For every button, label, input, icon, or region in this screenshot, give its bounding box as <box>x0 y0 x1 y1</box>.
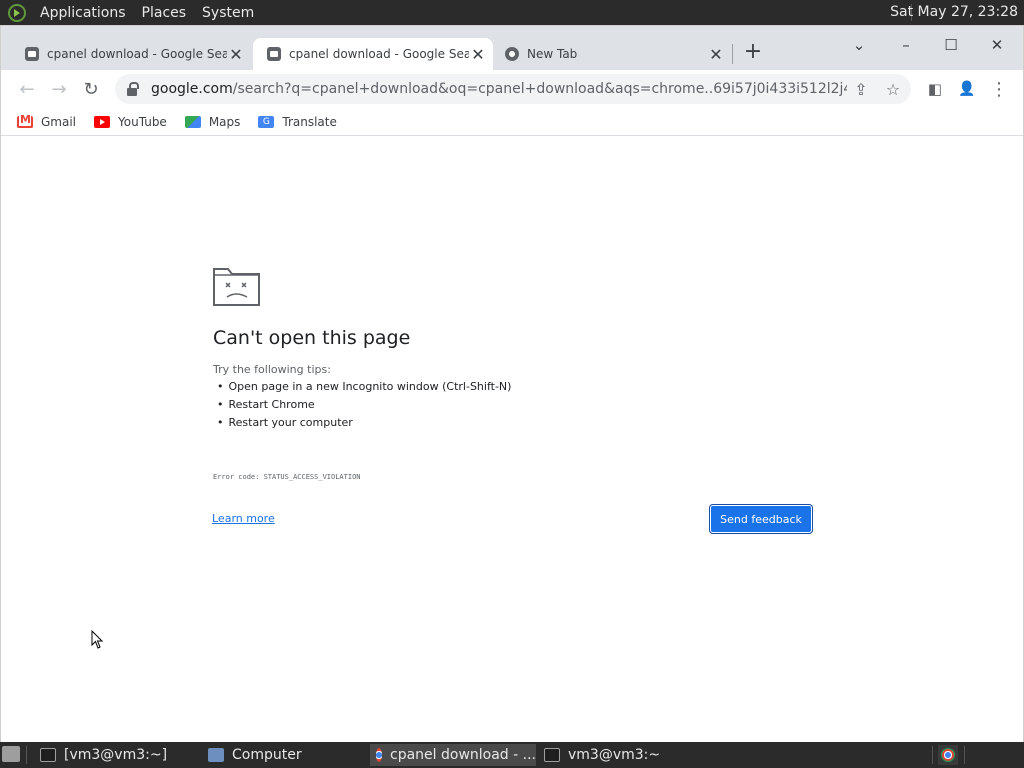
send-feedback-button[interactable]: Send feedback <box>709 504 813 534</box>
task-terminal-1[interactable]: [vm3@vm3:~] <box>34 744 196 766</box>
computer-icon <box>208 748 224 762</box>
clock[interactable]: Sat May 27, 23:28 <box>890 4 1018 20</box>
tab-title: cpanel download - Google Search <box>289 47 469 61</box>
bookmark-label: Maps <box>208 114 241 129</box>
url-text[interactable]: google.com/search?q=cpanel+download&oq=c… <box>151 81 847 97</box>
tips-list: Open page in a new Incognito window (Ctr… <box>217 378 512 432</box>
close-tab-icon[interactable]: ✕ <box>227 45 245 64</box>
terminal-icon <box>544 748 560 762</box>
tip-item: Restart your computer <box>217 414 511 432</box>
new-tab-button[interactable]: + <box>741 41 765 65</box>
taskbar-separator <box>964 746 965 764</box>
task-label: cpanel download - ... <box>390 747 536 763</box>
top-panel: Applications Places System Sat May 27, 2… <box>0 0 1024 25</box>
reload-button[interactable]: ↻ <box>77 75 105 103</box>
tab-title: New Tab <box>527 47 578 61</box>
learn-more-link[interactable]: Learn more <box>212 512 275 525</box>
close-tab-icon[interactable]: ✕ <box>707 45 725 64</box>
task-chrome[interactable]: cpanel download - ... <box>370 744 536 766</box>
translate-icon: G <box>258 115 275 128</box>
toolbar: ← → ↻ google.com/search?q=cpanel+downloa… <box>1 70 1023 108</box>
maps-icon <box>184 115 201 128</box>
browser-window: cpanel download - Google Search ✕ cpanel… <box>0 25 1024 742</box>
side-panel-icon[interactable]: ◧ <box>921 75 949 103</box>
task-label: Computer <box>232 747 302 763</box>
close-tab-icon[interactable]: ✕ <box>469 45 487 64</box>
task-label: [vm3@vm3:~] <box>64 747 168 763</box>
tab-search-1[interactable]: cpanel download - Google Search ✕ <box>11 38 251 70</box>
taskbar-separator <box>26 746 27 764</box>
sad-folder-icon <box>213 268 260 306</box>
doc-icon <box>25 47 39 61</box>
share-icon[interactable]: ⇪ <box>847 75 875 103</box>
task-label: vm3@vm3:~ <box>568 747 661 763</box>
task-computer[interactable]: Computer <box>202 744 364 766</box>
tab-title: cpanel download - Google Search <box>47 47 227 61</box>
youtube-icon <box>94 115 111 128</box>
bookmark-label: Gmail <box>41 114 77 129</box>
bookmark-youtube[interactable]: YouTube <box>94 115 167 129</box>
forward-button[interactable]: → <box>45 75 73 103</box>
tab-new-tab[interactable]: New Tab ✕ <box>491 38 731 70</box>
chrome-icon <box>505 47 519 61</box>
profile-icon[interactable]: 👤 <box>953 75 981 103</box>
tab-search-2-active[interactable]: cpanel download - Google Search ✕ <box>253 38 493 70</box>
bookmark-label: YouTube <box>118 114 167 129</box>
chrome-icon <box>376 748 382 762</box>
error-page: Can't open this page Try the following t… <box>1 137 1023 742</box>
tray-chrome-icon[interactable] <box>938 745 958 765</box>
bookmark-maps[interactable]: Maps <box>184 114 241 129</box>
tab-strip: cpanel download - Google Search ✕ cpanel… <box>1 26 1023 70</box>
tip-item: Open page in a new Incognito window (Ctr… <box>217 378 512 396</box>
error-title: Can't open this page <box>213 327 411 349</box>
close-window-button[interactable]: ✕ <box>982 32 1012 58</box>
tip-item: Restart Chrome <box>217 396 511 414</box>
system-menu[interactable]: System <box>194 5 262 21</box>
bookmark-star-icon[interactable]: ☆ <box>879 75 907 103</box>
bookmarks-bar: Gmail YouTube Maps G Translate <box>1 108 1023 136</box>
back-button[interactable]: ← <box>13 75 41 103</box>
task-terminal-2[interactable]: vm3@vm3:~ <box>538 744 700 766</box>
gmail-icon <box>17 113 33 128</box>
maximize-button[interactable]: ☐ <box>936 32 966 58</box>
taskbar: [vm3@vm3:~] Computer cpanel download - .… <box>0 742 1024 768</box>
tab-separator <box>732 44 733 64</box>
address-bar[interactable]: google.com/search?q=cpanel+download&oq=c… <box>115 74 911 104</box>
places-menu[interactable]: Places <box>134 5 195 21</box>
applications-menu[interactable]: Applications <box>32 5 134 21</box>
taskbar-separator <box>932 746 933 764</box>
distro-logo-icon[interactable] <box>8 3 26 22</box>
bookmark-label: Translate <box>282 114 337 129</box>
bookmark-gmail[interactable]: Gmail <box>17 113 77 129</box>
tips-intro: Try the following tips: <box>213 363 331 376</box>
minimize-button[interactable]: – <box>891 32 921 58</box>
doc-icon <box>267 47 281 61</box>
menu-icon[interactable]: ⋮ <box>985 75 1013 103</box>
mouse-cursor-icon <box>91 630 104 649</box>
lock-icon[interactable] <box>127 82 141 96</box>
tab-search-button[interactable]: ⌄ <box>844 32 874 58</box>
terminal-icon <box>40 748 56 762</box>
error-code: Error code: STATUS_ACCESS_VIOLATION <box>213 473 361 481</box>
show-desktop-icon[interactable] <box>2 746 20 762</box>
bookmark-translate[interactable]: G Translate <box>258 115 337 129</box>
